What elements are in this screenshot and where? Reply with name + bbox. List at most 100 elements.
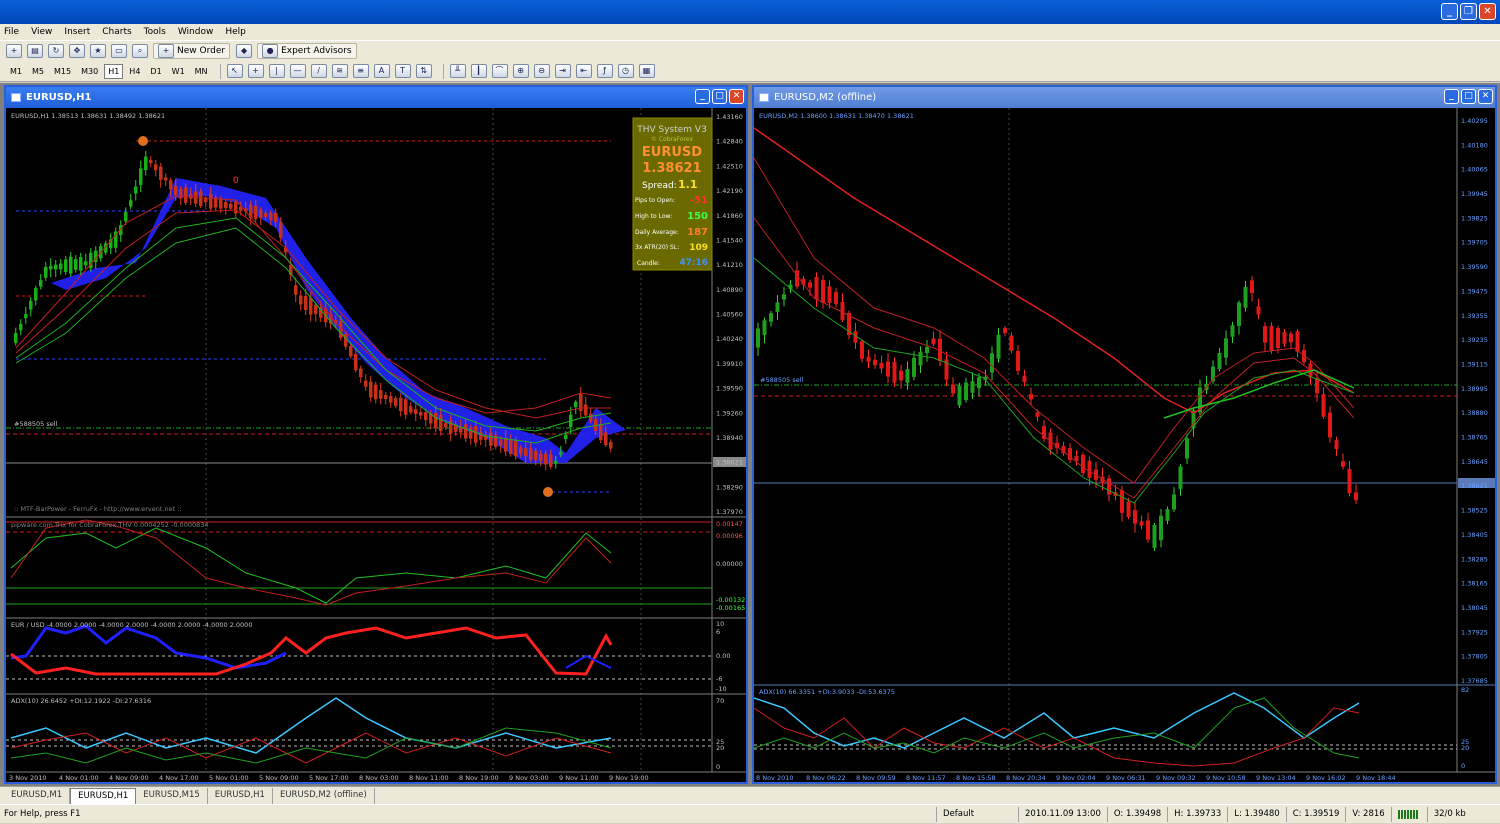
auto-scroll-icon[interactable]: ⇥ — [554, 64, 571, 78]
templates-icon[interactable]: ▦ — [638, 64, 655, 78]
candle-body — [464, 424, 468, 439]
market-watch-icon[interactable]: ↻ — [48, 44, 64, 58]
menu-help[interactable]: Help — [225, 27, 246, 37]
candle-body — [199, 191, 203, 207]
chart-tab-active[interactable]: EURUSD,H1 — [70, 788, 137, 804]
timeframe-mn[interactable]: MN — [191, 64, 212, 79]
candle-body — [314, 304, 318, 314]
arrows-icon[interactable]: ⇅ — [415, 64, 432, 78]
axis-tick-label: 1.38165 — [1461, 580, 1488, 588]
candle-body — [1029, 394, 1033, 400]
axis-tick-label: -6 — [716, 675, 722, 683]
maximize-button[interactable]: □ — [712, 89, 727, 104]
chart-window-eurusd-h1[interactable]: EURUSD,H1 _ □ ✕ 0 THV System V3 © CobraF… — [4, 85, 748, 784]
candle-body — [54, 264, 58, 270]
close-button[interactable]: ✕ — [1479, 3, 1496, 20]
timeframe-w1[interactable]: W1 — [168, 64, 189, 79]
data-window-icon[interactable]: ✥ — [69, 44, 85, 58]
price-header: EURUSD,M2 1.38600 1.38631 1.38470 1.3862… — [759, 112, 914, 120]
periods-icon[interactable]: ◷ — [617, 64, 634, 78]
zoom-in-icon[interactable]: ⊕ — [512, 64, 529, 78]
candlestick-icon[interactable]: ┃ — [470, 64, 487, 78]
chart-window-titlebar[interactable]: EURUSD,M2 (offline) _ □ ✕ — [754, 87, 1495, 108]
axis-tick-label: 8 Nov 11:00 — [409, 774, 449, 782]
chart-canvas[interactable]: EURUSD,M2 1.38600 1.38631 1.38470 1.3862… — [754, 108, 1495, 782]
info-row-label: 3x ATR(20) SL: — [635, 244, 679, 251]
time-axis: 3 Nov 2010 4 Nov 01:00 4 Nov 09:00 4 Nov 17… — [9, 774, 649, 782]
trendline-icon[interactable]: / — [310, 64, 327, 78]
horizontal-line-icon[interactable]: — — [289, 64, 306, 78]
timeframe-m1[interactable]: M1 — [6, 64, 26, 79]
menu-window[interactable]: Window — [178, 27, 214, 37]
fibonacci-icon[interactable]: ≋ — [331, 64, 348, 78]
channel-icon[interactable]: ≡ — [352, 64, 369, 78]
text-label-icon[interactable]: T — [394, 64, 411, 78]
new-order-label: New Order — [177, 46, 226, 56]
terminal-icon[interactable]: ▭ — [111, 44, 127, 58]
chart-window-eurusd-m2[interactable]: EURUSD,M2 (offline) _ □ ✕ EURUSD,M2 1.38… — [752, 85, 1497, 784]
restore-button[interactable]: ❐ — [1460, 3, 1477, 20]
expert-advisors-button[interactable]: ● Expert Advisors — [257, 43, 357, 59]
zoom-out-icon[interactable]: ⊖ — [533, 64, 550, 78]
line-chart-icon[interactable]: ⌒ — [491, 64, 508, 78]
menu-insert[interactable]: Insert — [64, 27, 90, 37]
chart-canvas[interactable]: 0 THV System V3 © CobraForex EURUSD 1.38… — [6, 108, 746, 782]
new-chart-icon[interactable]: + — [6, 44, 22, 58]
chart-tab[interactable]: EURUSD,M15 — [136, 788, 208, 804]
cursor-icon[interactable]: ↖ — [226, 64, 243, 78]
timeframe-h4[interactable]: H4 — [125, 64, 144, 79]
timeframe-m5[interactable]: M5 — [28, 64, 48, 79]
trix-header: pipware.com Trix for CobraForex THV 0.00… — [11, 521, 209, 529]
metaeditor-icon[interactable]: ◆ — [236, 44, 253, 58]
axis-tick-label: 9 Nov 16:02 — [1306, 774, 1346, 782]
candle-body — [1172, 494, 1176, 510]
menu-tools[interactable]: Tools — [144, 27, 166, 37]
candle-body — [354, 353, 358, 371]
candle-body — [414, 409, 418, 414]
chart-shift-icon[interactable]: ⇤ — [575, 64, 592, 78]
chart-tab[interactable]: EURUSD,H1 — [208, 788, 273, 804]
timeframe-h1[interactable]: H1 — [104, 63, 124, 79]
strategy-tester-icon[interactable]: ⌕ — [132, 44, 148, 58]
menu-file[interactable]: File — [4, 27, 19, 37]
candle-body — [139, 168, 143, 185]
new-order-button[interactable]: + New Order — [153, 43, 231, 59]
timeframe-m15[interactable]: M15 — [50, 64, 75, 79]
crosshair-icon[interactable]: + — [247, 64, 264, 78]
bar-chart-icon[interactable]: ╨ — [449, 64, 466, 78]
chart-tab[interactable]: EURUSD,M1 — [4, 788, 71, 804]
maximize-button[interactable]: □ — [1461, 89, 1476, 104]
candle-body — [259, 209, 263, 218]
menu-charts[interactable]: Charts — [102, 27, 131, 37]
menu-view[interactable]: View — [31, 27, 52, 37]
navigator-icon[interactable]: ★ — [90, 44, 106, 58]
chart-workspace: EURUSD,H1 _ □ ✕ 0 THV System V3 © CobraF… — [0, 83, 1500, 786]
timeframe-m30[interactable]: M30 — [77, 64, 102, 79]
indicators-icon[interactable]: ƒ — [596, 64, 613, 78]
adx-header: ADX(10) 66.3351 +DI:3.9033 -DI:53.6375 — [759, 688, 895, 696]
timeframe-d1[interactable]: D1 — [146, 64, 165, 79]
candle-body — [775, 302, 780, 313]
candle-body — [925, 346, 929, 354]
close-button[interactable]: ✕ — [729, 89, 744, 104]
axis-tick-label: 1.39705 — [1461, 239, 1488, 247]
close-button[interactable]: ✕ — [1478, 89, 1493, 104]
candle-body — [124, 212, 128, 222]
chart-window-titlebar[interactable]: EURUSD,H1 _ □ ✕ — [6, 87, 746, 108]
candle-body — [1230, 325, 1235, 337]
status-low: L: 1.39480 — [1227, 806, 1285, 822]
minimize-button[interactable]: _ — [695, 89, 710, 104]
svg-text:0: 0 — [233, 176, 239, 186]
text-icon[interactable]: A — [373, 64, 390, 78]
candle-body — [574, 401, 578, 408]
moving-averages — [15, 195, 612, 444]
status-profile[interactable]: Default — [936, 806, 1018, 822]
candle-body — [549, 454, 553, 467]
candle-body — [164, 177, 168, 181]
minimize-button[interactable]: _ — [1444, 89, 1459, 104]
panel-labels: EURUSD,M2 1.38600 1.38631 1.38470 1.3862… — [759, 112, 914, 696]
profiles-icon[interactable]: ▤ — [27, 44, 43, 58]
vertical-line-icon[interactable]: | — [268, 64, 285, 78]
minimize-button[interactable]: _ — [1441, 3, 1458, 20]
chart-tab[interactable]: EURUSD,M2 (offline) — [273, 788, 375, 804]
